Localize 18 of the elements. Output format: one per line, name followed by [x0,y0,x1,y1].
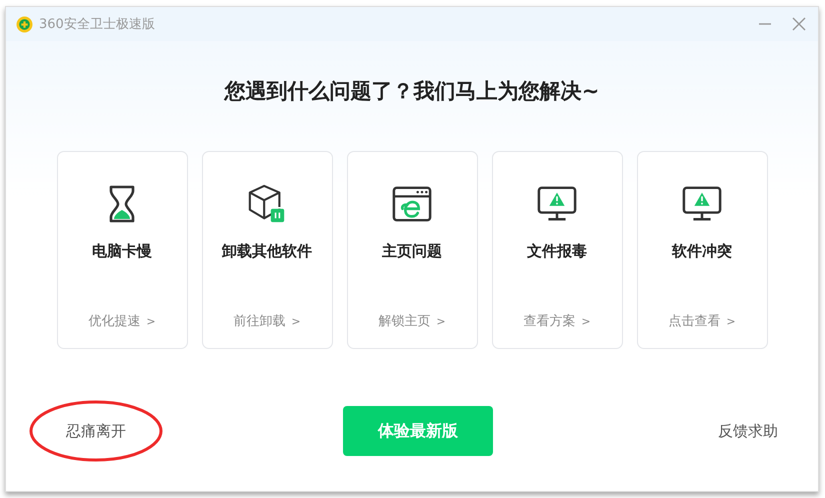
card-title: 电脑卡慢 [92,242,152,261]
card-title: 文件报毒 [527,242,587,261]
window-title: 360安全卫士极速版 [39,16,155,33]
browser-icon [392,184,432,224]
problem-card[interactable]: 主页问题 解锁主页 > [346,151,478,349]
card-title: 卸载其他软件 [222,242,312,261]
heading: 您遇到什么问题了？我们马上为您解决~ [222,78,600,105]
problem-card[interactable]: 文件报毒 查看方案 > [492,151,622,349]
feedback-link[interactable]: 反馈求助 [642,422,778,440]
logo-icon [16,16,33,32]
problem-card[interactable]: 卸载其他软件 前往卸载 > [202,151,332,349]
card-title: 主页问题 [382,242,442,261]
box-trash-icon [247,184,287,224]
problem-card[interactable]: 软件冲突 点击查看 > [636,151,768,349]
leave-link[interactable]: 忍痛离开 [66,422,126,440]
card-title: 软件冲突 [672,242,732,261]
problem-card[interactable]: 电脑卡慢 优化提速 > [56,151,188,349]
close-icon[interactable] [792,17,806,31]
